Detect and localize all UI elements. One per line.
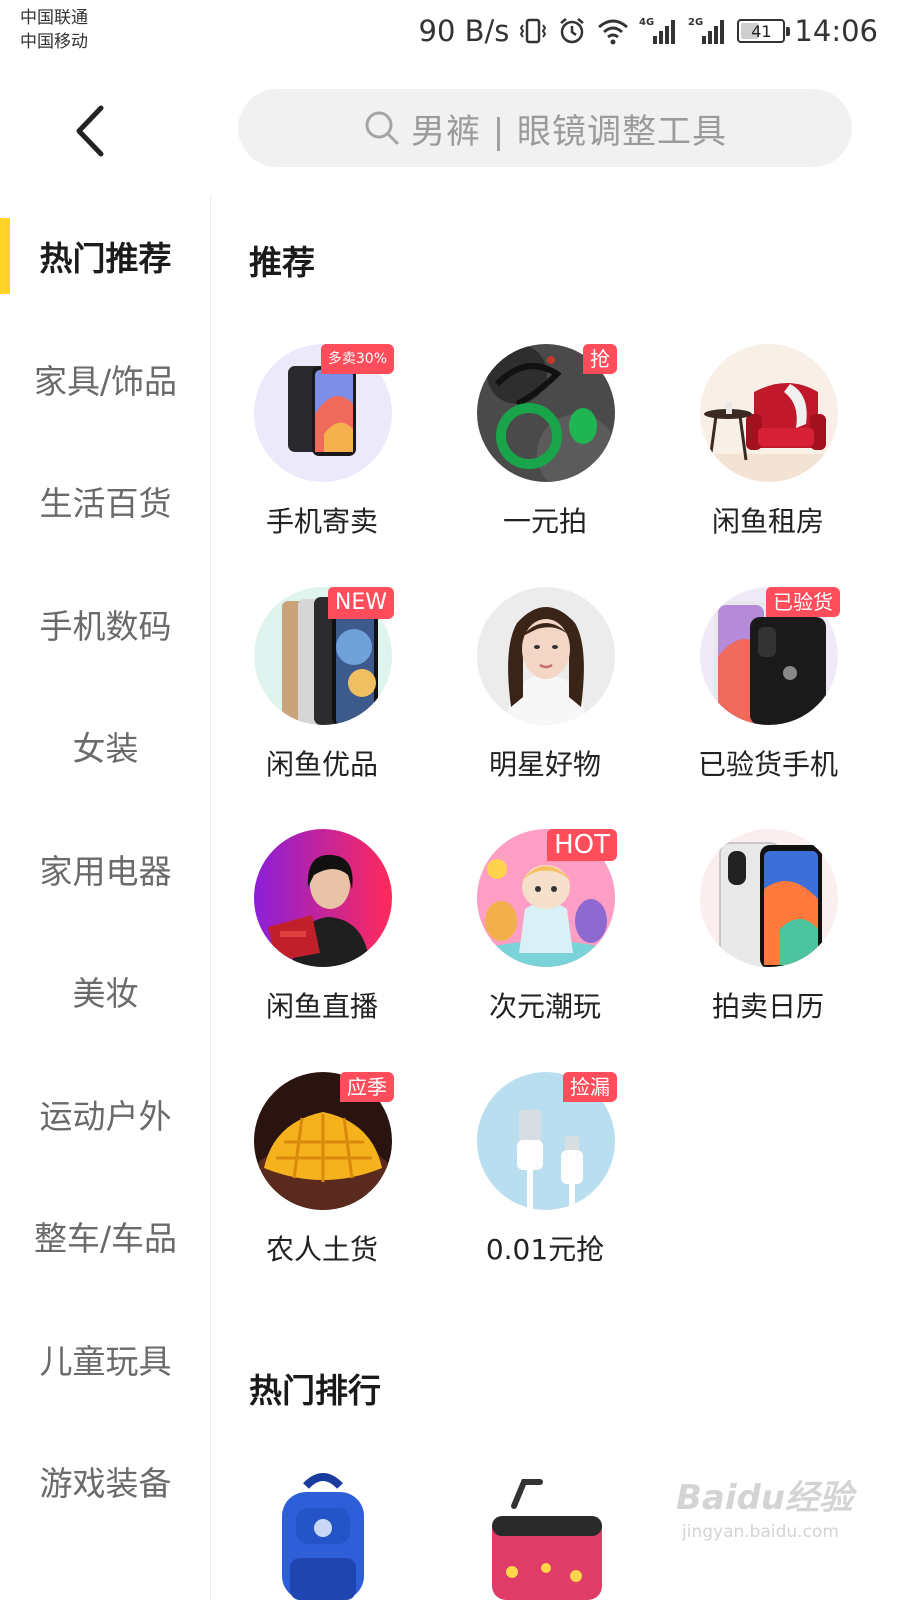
category-label: 一元拍 (502, 505, 587, 538)
category-one-yuan-auction[interactable]: 抢 一元拍 (445, 344, 645, 544)
live-streamer-image (254, 829, 392, 967)
category-auction-calendar[interactable]: 拍卖日历 (668, 829, 868, 1029)
badge: 已验货 (766, 587, 840, 617)
battery-level: 41 (751, 21, 772, 41)
category-label: 0.01元抢 (485, 1233, 605, 1266)
category-label: 闲鱼优品 (265, 748, 378, 781)
category-label: 闲鱼租房 (711, 505, 824, 538)
sidebar-item-label: 整车/车品 (33, 1219, 178, 1258)
category-live-stream[interactable]: 闲鱼直播 (222, 829, 422, 1029)
sidebar-item-sports[interactable]: 运动户外 (0, 1074, 211, 1154)
sidebar-item-label: 美妆 (72, 974, 139, 1013)
badge: 多卖30% (320, 344, 394, 374)
battery-icon: 41 (737, 19, 791, 43)
category-label: 次元潮玩 (488, 990, 601, 1023)
sidebar-item-game-gear[interactable]: 游戏装备 (0, 1441, 211, 1521)
signal-4g-icon: 4G (639, 16, 679, 46)
sidebar-item-label: 手机数码 (39, 607, 172, 646)
badge: 应季 (340, 1072, 394, 1102)
badge: HOT (547, 829, 617, 861)
carrier-info: 中国联通 中国移动 (20, 6, 88, 54)
category-phone-consign[interactable]: 多卖30% 手机寄卖 (222, 344, 422, 544)
category-sidebar: 热门推荐 家具/饰品 生活百货 手机数码 女装 家用电器 美妆 运动户外 整车/… (0, 196, 211, 1600)
search-icon (365, 111, 399, 145)
sidebar-item-daily-goods[interactable]: 生活百货 (0, 461, 211, 541)
alarm-icon (557, 16, 587, 46)
sidebar-item-label: 生活百货 (39, 484, 172, 523)
baidu-watermark: Baidu经验 jingyan.baidu.com (676, 1470, 876, 1550)
sidebar-item-label: 热门推荐 (39, 239, 172, 278)
chevron-left-icon (76, 105, 104, 157)
signal-2g-icon: 2G (688, 16, 728, 46)
badge: 捡漏 (563, 1072, 617, 1102)
category-label: 明星好物 (488, 748, 601, 781)
back-button[interactable] (60, 98, 120, 164)
vibrate-icon (518, 16, 548, 46)
sidebar-item-beauty[interactable]: 美妆 (0, 951, 211, 1031)
sidebar-item-digital[interactable]: 手机数码 (0, 584, 211, 664)
section-title-recommend: 推荐 (249, 243, 315, 282)
celebrity-portrait-image (477, 587, 615, 725)
category-verified-phones[interactable]: 已验货 已验货手机 (668, 587, 868, 787)
category-xianyu-premium[interactable]: NEW 闲鱼优品 (222, 587, 422, 787)
clock: 14:06 (794, 14, 878, 48)
sidebar-item-kids-toys[interactable]: 儿童玩具 (0, 1319, 211, 1399)
category-penny-deals[interactable]: 捡漏 0.01元抢 (445, 1072, 645, 1272)
category-farm-goods[interactable]: 应季 农人土货 (222, 1072, 422, 1272)
category-rental[interactable]: 闲鱼租房 (668, 344, 868, 544)
category-label: 农人土货 (265, 1233, 378, 1266)
section-title-ranking: 热门排行 (249, 1371, 381, 1410)
svg-text:4G: 4G (639, 17, 654, 28)
auction-iphone-image (700, 829, 838, 967)
badge: 抢 (583, 344, 617, 374)
category-label: 已验货手机 (697, 748, 838, 781)
sidebar-item-label: 游戏装备 (39, 1464, 172, 1503)
category-label: 手机寄卖 (265, 505, 378, 538)
svg-text:2G: 2G (688, 17, 703, 28)
wifi-icon (596, 16, 630, 46)
carrier-2: 中国移动 (20, 32, 88, 52)
watermark-url: jingyan.baidu.com (682, 1522, 839, 1542)
status-bar: 中国联通 中国移动 90 B/s 4G 2G 41 14:06 (0, 0, 900, 66)
network-speed: 90 B/s (418, 14, 510, 48)
sidebar-item-label: 家用电器 (39, 852, 172, 891)
category-label: 拍卖日历 (711, 990, 824, 1023)
sidebar-item-hot[interactable]: 热门推荐 (0, 216, 211, 296)
search-placeholder: 男裤 | 眼镜调整工具 (410, 111, 728, 152)
ride-on-suitcase-image[interactable] (480, 1476, 610, 1600)
category-label: 闲鱼直播 (265, 990, 378, 1023)
sidebar-item-label: 女装 (72, 729, 139, 768)
sidebar-item-womens[interactable]: 女装 (0, 706, 211, 786)
sidebar-item-furniture[interactable]: 家具/饰品 (0, 339, 211, 419)
badge: NEW (327, 587, 394, 619)
carrier-1: 中国联通 (20, 8, 88, 28)
sidebar-item-label: 运动户外 (39, 1097, 172, 1136)
red-armchair-image (700, 344, 838, 482)
search-bar[interactable]: 男裤 | 眼镜调整工具 (238, 89, 852, 167)
sidebar-item-label: 儿童玩具 (39, 1342, 172, 1381)
watermark-logo: Baidu经验 (676, 1478, 854, 1518)
status-icons: 90 B/s 4G 2G 41 14:06 (419, 12, 878, 50)
category-celebrity-picks[interactable]: 明星好物 (445, 587, 645, 787)
sidebar-item-appliances[interactable]: 家用电器 (0, 829, 211, 909)
backpack-image[interactable] (268, 1468, 378, 1600)
category-trendy-toys[interactable]: HOT 次元潮玩 (445, 829, 645, 1029)
sidebar-item-vehicles[interactable]: 整车/车品 (0, 1196, 211, 1276)
sidebar-item-label: 家具/饰品 (33, 362, 178, 401)
